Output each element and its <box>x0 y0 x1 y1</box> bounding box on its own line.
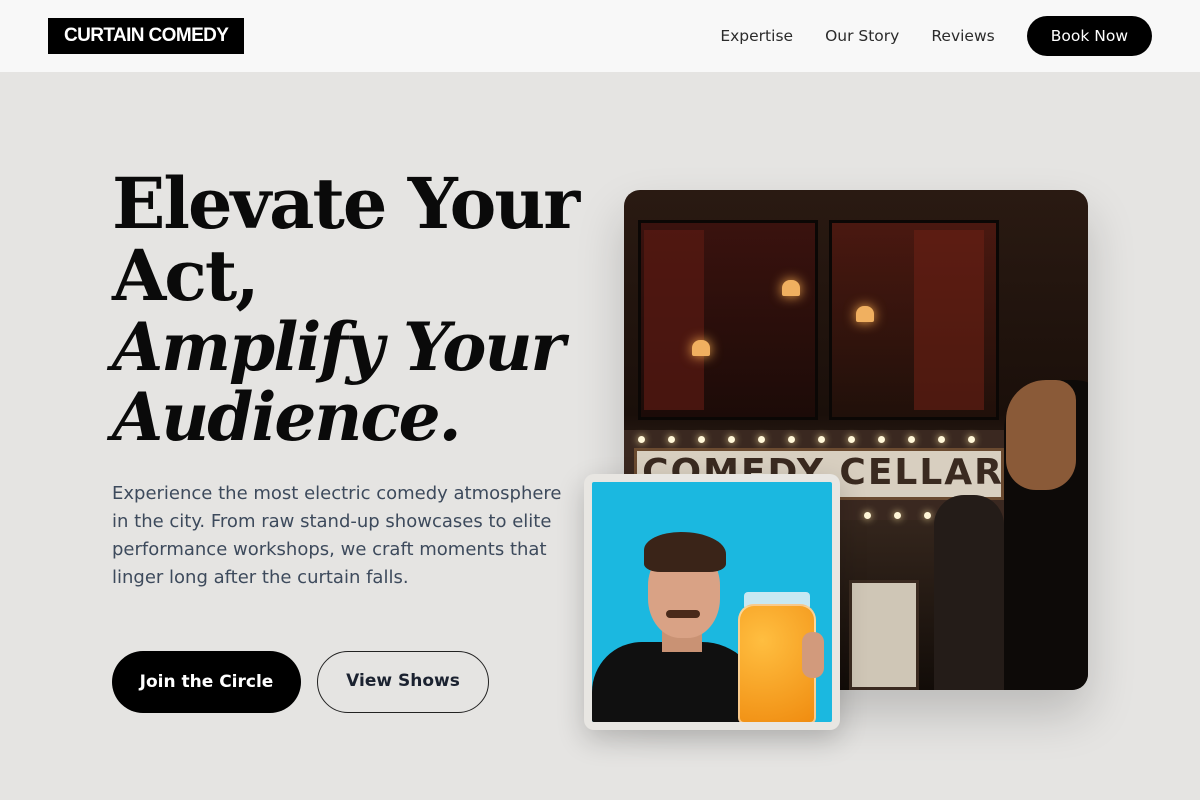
site-header: CURTAIN COMEDY Expertise Our Story Revie… <box>0 0 1200 72</box>
lamp-icon <box>782 280 800 296</box>
poster <box>849 580 919 690</box>
lamp-icon <box>692 340 710 356</box>
comedian-photo <box>592 482 832 722</box>
view-shows-button[interactable]: View Shows <box>317 651 489 713</box>
red-curtain <box>914 230 984 410</box>
lamp-icon <box>856 306 874 322</box>
comedian-photo-card <box>584 474 840 730</box>
person-hair <box>1006 380 1076 490</box>
person-silhouette <box>934 495 1004 690</box>
headline-italic-1: Amplify Your <box>112 308 565 386</box>
hero-description: Experience the most electric comedy atmo… <box>112 483 562 588</box>
hero-headline: Elevate Your Act, Amplify Your Audience. <box>112 162 582 456</box>
nav-link-our-story[interactable]: Our Story <box>825 27 899 45</box>
red-curtain <box>644 230 704 410</box>
main-nav: Expertise Our Story Reviews Book Now <box>720 16 1152 56</box>
headline-line-1: Elevate Your <box>112 162 580 245</box>
nav-link-reviews[interactable]: Reviews <box>931 27 994 45</box>
headline-italic-2: Audience. <box>112 378 462 456</box>
join-the-circle-button[interactable]: Join the Circle <box>112 651 301 713</box>
headline-line-2: Act, <box>112 234 260 317</box>
book-now-button[interactable]: Book Now <box>1026 16 1152 56</box>
nav-link-expertise[interactable]: Expertise <box>720 27 793 45</box>
site-logo[interactable]: CURTAIN COMEDY <box>48 18 245 54</box>
